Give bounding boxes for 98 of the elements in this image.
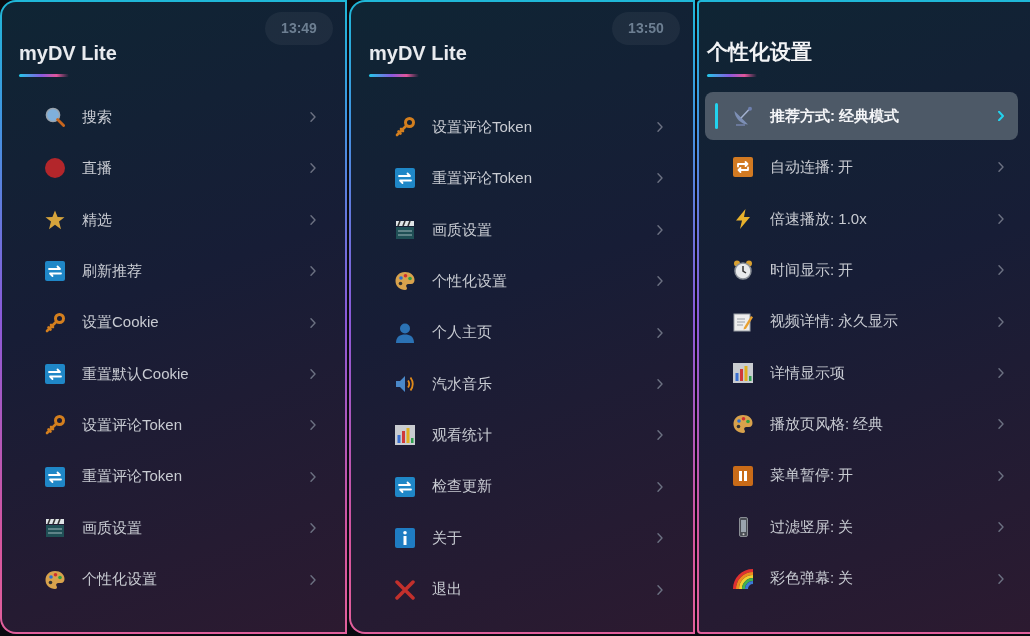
- chevron-icon: [310, 266, 316, 277]
- title-underline: [707, 74, 757, 77]
- menu-item[interactable]: 设置评论Token: [367, 103, 677, 151]
- menu-item[interactable]: 精选: [17, 195, 330, 244]
- chevron-icon: [998, 111, 1004, 121]
- pause-icon: [733, 465, 753, 486]
- arrows-icon: [395, 168, 415, 189]
- menu-item[interactable]: 菜单暂停: 开: [705, 451, 1018, 500]
- menu-item[interactable]: 关于: [367, 514, 677, 563]
- clapperboard-icon: [45, 518, 65, 539]
- chevron-icon: [310, 574, 316, 585]
- title-underline: [369, 74, 419, 77]
- arrows-icon: [45, 466, 65, 487]
- menu-item[interactable]: 退出: [367, 565, 677, 614]
- menu-item[interactable]: 过滤竖屏: 关: [705, 503, 1018, 552]
- chevron-icon: [998, 316, 1004, 327]
- menu-item[interactable]: 搜索: [17, 93, 330, 141]
- bar-chart-icon: [733, 362, 753, 383]
- clapperboard-icon: [395, 219, 415, 240]
- menu-item[interactable]: 视频详情: 永久显示: [705, 297, 1018, 346]
- menu-item[interactable]: 详情显示项: [705, 348, 1018, 397]
- chevron-icon: [310, 471, 316, 482]
- chevron-icon: [657, 481, 663, 492]
- chevron-icon: [998, 419, 1004, 430]
- menu-item[interactable]: 画质设置: [17, 504, 330, 553]
- menu-item[interactable]: 播放页风格: 经典: [705, 400, 1018, 449]
- menu-item[interactable]: 个性化设置: [367, 257, 677, 306]
- memo-icon: [733, 311, 753, 332]
- menu-item[interactable]: 倍速播放: 1.0x: [705, 194, 1018, 243]
- chevron-icon: [310, 368, 316, 379]
- chevron-icon: [657, 327, 663, 338]
- alarm-clock-icon: [733, 260, 753, 281]
- menu-item[interactable]: 直播: [17, 144, 330, 193]
- menu-item[interactable]: 检查更新: [367, 462, 677, 511]
- panel-title: myDV Lite: [19, 41, 118, 65]
- person-icon: [395, 322, 415, 343]
- menu-item[interactable]: 推荐方式: 经典模式: [705, 92, 1018, 140]
- chevron-icon: [657, 122, 663, 132]
- chevron-icon: [310, 523, 316, 534]
- arrows-icon: [45, 261, 65, 282]
- phone-icon: [738, 517, 748, 538]
- time-display: 13:50: [612, 12, 680, 45]
- rainbow-icon: [733, 568, 753, 589]
- chevron-icon: [310, 420, 316, 431]
- title-underline: [19, 74, 69, 77]
- menu-item[interactable]: 设置Cookie: [17, 298, 330, 347]
- bar-chart-icon: [395, 425, 415, 446]
- chevron-icon: [998, 522, 1004, 533]
- lightning-icon: [735, 208, 751, 229]
- menu-item[interactable]: 时间显示: 开: [705, 246, 1018, 295]
- chevron-icon: [310, 163, 316, 174]
- chevron-icon: [657, 533, 663, 544]
- panel-title: myDV Lite: [369, 41, 468, 65]
- menu-item[interactable]: 自动连播: 开: [705, 143, 1018, 192]
- arrows-icon: [395, 476, 415, 497]
- menu-item[interactable]: 汽水音乐: [367, 359, 677, 408]
- chevron-icon: [657, 430, 663, 441]
- menu-item[interactable]: 彩色弹幕: 关: [705, 554, 1018, 603]
- repeat-icon: [733, 157, 753, 178]
- chevron-icon: [310, 112, 316, 122]
- menu-item[interactable]: 观看统计: [367, 411, 677, 460]
- chevron-icon: [998, 573, 1004, 584]
- chevron-icon: [657, 173, 663, 184]
- key-icon: [45, 415, 65, 436]
- star-icon: [45, 209, 65, 230]
- arrows-icon: [45, 363, 65, 384]
- chevron-icon: [657, 378, 663, 389]
- chevron-icon: [657, 276, 663, 287]
- chevron-icon: [310, 214, 316, 225]
- search-icon: [45, 107, 65, 127]
- satellite-dish-icon: [733, 106, 753, 126]
- chevron-icon: [998, 470, 1004, 481]
- chevron-icon: [310, 317, 316, 328]
- info-icon: [395, 528, 415, 549]
- menu-item[interactable]: 重置默认Cookie: [17, 349, 330, 398]
- palette-icon: [395, 271, 415, 292]
- panel-title: 个性化设置: [707, 39, 813, 65]
- menu-item[interactable]: 重置评论Token: [17, 452, 330, 501]
- palette-icon: [733, 414, 753, 435]
- chevron-icon: [998, 265, 1004, 276]
- menu-item[interactable]: 设置评论Token: [17, 401, 330, 450]
- menu-item[interactable]: 重置评论Token: [367, 154, 677, 203]
- menu-item[interactable]: 画质设置: [367, 205, 677, 254]
- cross-icon: [395, 579, 415, 600]
- chevron-icon: [998, 213, 1004, 224]
- chevron-icon: [998, 367, 1004, 378]
- selection-bar-icon: [715, 103, 718, 129]
- menu-item[interactable]: 个性化设置: [17, 555, 330, 604]
- key-icon: [45, 312, 65, 333]
- dot-icon: [45, 158, 65, 179]
- chevron-icon: [998, 162, 1004, 173]
- chevron-icon: [657, 584, 663, 595]
- key-icon: [395, 117, 415, 137]
- palette-icon: [45, 569, 65, 590]
- menu-item[interactable]: 个人主页: [367, 308, 677, 357]
- chevron-icon: [657, 224, 663, 235]
- menu-item[interactable]: 刷新推荐: [17, 247, 330, 296]
- time-display: 13:49: [265, 12, 333, 45]
